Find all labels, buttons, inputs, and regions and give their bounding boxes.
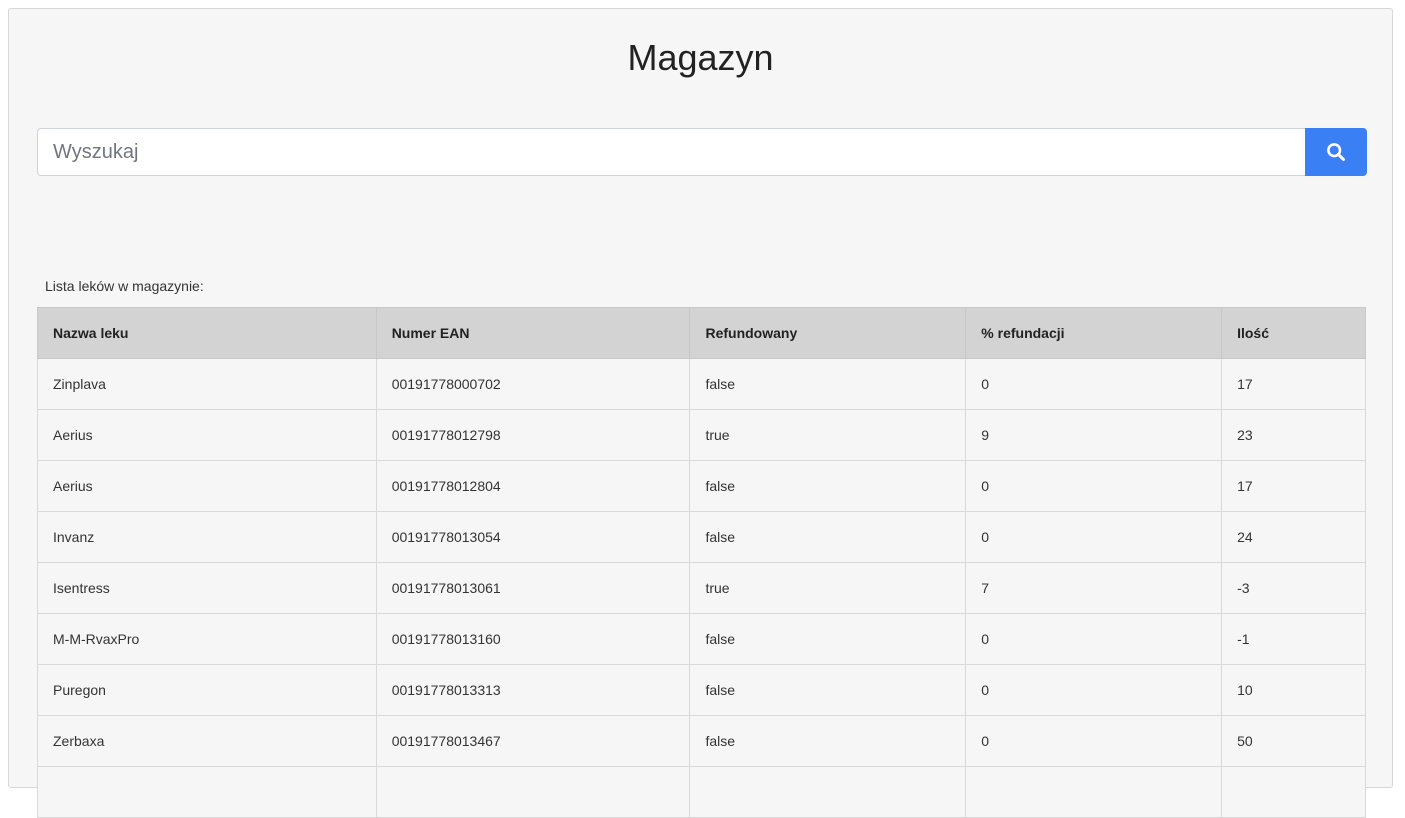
medicine-table: Nazwa leku Numer EAN Refundowany% refundac…	[37, 307, 1366, 818]
search-icon	[1327, 143, 1345, 161]
column-header-refund-percent: % refundacji	[965, 307, 1223, 359]
cell-refunded: false	[689, 664, 967, 716]
column-header-medicine-name: Nazwa leku	[37, 307, 377, 359]
cell-refund-percent: 0	[965, 460, 1223, 512]
table-row: Puregon 00191778013313 false 0 10	[37, 664, 1366, 716]
cell-medicine-name: Aerius	[37, 409, 377, 461]
cell-medicine-name: Zerbaxa	[37, 715, 377, 767]
main-panel: Magazyn Lista leków w magazynie: Nazwa l…	[8, 8, 1393, 818]
table-header-row: Nazwa leku Numer EAN Refundowany% refundac…	[37, 307, 1366, 359]
cell-medicine-name: Zinplava	[37, 358, 377, 410]
table-row: Isentress 00191778013061 true 7 -3	[37, 562, 1366, 614]
search-button[interactable]	[1305, 128, 1367, 176]
cell-medicine-name	[37, 766, 377, 818]
column-header-quantity: Ilość	[1221, 307, 1366, 359]
cell-refunded: false	[689, 358, 967, 410]
cell-quantity: 10	[1221, 664, 1366, 716]
search-bar	[37, 128, 1367, 176]
cell-medicine-name: Puregon	[37, 664, 377, 716]
cell-ean-number: 00191778013467	[375, 715, 691, 767]
cell-quantity: 50	[1221, 715, 1366, 767]
cell-refund-percent: 7	[965, 562, 1223, 614]
table-row: M-M-RvaxPro 00191778013160 false 0 -1	[37, 613, 1366, 665]
cell-refunded: false	[689, 460, 967, 512]
cell-quantity: -1	[1221, 613, 1366, 665]
column-header-refunded: Refundowany	[689, 307, 967, 359]
cell-ean-number: 00191778012804	[375, 460, 691, 512]
cell-refund-percent	[965, 766, 1223, 818]
table-row: Aerius 00191778012798 true 9 23	[37, 409, 1366, 461]
table-row	[37, 766, 1366, 818]
cell-refunded: false	[689, 511, 967, 563]
cell-quantity: -3	[1221, 562, 1366, 614]
cell-quantity: 24	[1221, 511, 1366, 563]
cell-ean-number: 00191778013313	[375, 664, 691, 716]
cell-refund-percent: 0	[965, 715, 1223, 767]
cell-refund-percent: 0	[965, 613, 1223, 665]
cell-ean-number: 00191778013061	[375, 562, 691, 614]
table-body: Zinplava 00191778000702 false 0 17 Aerius 0019…	[37, 358, 1366, 818]
cell-refunded: false	[689, 715, 967, 767]
cell-refund-percent: 0	[965, 358, 1223, 410]
list-caption: Lista leków w magazynie:	[45, 278, 204, 294]
cell-ean-number: 00191778000702	[375, 358, 691, 410]
cell-quantity	[1221, 766, 1366, 818]
cell-quantity: 17	[1221, 358, 1366, 410]
cell-refunded	[689, 766, 967, 818]
cell-medicine-name: Isentress	[37, 562, 377, 614]
cell-medicine-name: Aerius	[37, 460, 377, 512]
table-header: Nazwa leku Numer EAN Refundowany% refundac…	[37, 307, 1366, 359]
search-input[interactable]	[37, 128, 1305, 176]
cell-refunded: false	[689, 613, 967, 665]
cell-refund-percent: 0	[965, 511, 1223, 563]
cell-quantity: 17	[1221, 460, 1366, 512]
cell-refund-percent: 0	[965, 664, 1223, 716]
cell-refunded: true	[689, 409, 967, 461]
cell-medicine-name: Invanz	[37, 511, 377, 563]
page-title: Magazyn	[627, 37, 774, 78]
cell-ean-number: 00191778013160	[375, 613, 691, 665]
cell-ean-number: 00191778013054	[375, 511, 691, 563]
table-row: Aerius 00191778012804 false 0 17	[37, 460, 1366, 512]
cell-medicine-name: M-M-RvaxPro	[37, 613, 377, 665]
cell-refund-percent: 9	[965, 409, 1223, 461]
table-row: Invanz 00191778013054 false 0 24	[37, 511, 1366, 563]
cell-ean-number: 00191778012798	[375, 409, 691, 461]
table-row: Zinplava 00191778000702 false 0 17	[37, 358, 1366, 410]
column-header-ean-number: Numer EAN	[375, 307, 691, 359]
cell-quantity: 23	[1221, 409, 1366, 461]
table-row: Zerbaxa 00191778013467 false 0 50	[37, 715, 1366, 767]
cell-refunded: true	[689, 562, 967, 614]
cell-ean-number	[375, 766, 691, 818]
